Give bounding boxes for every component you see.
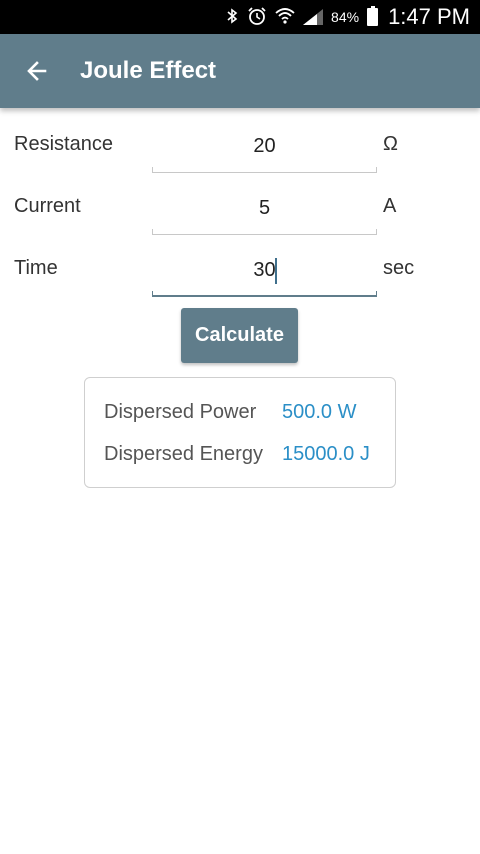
status-bar: 84% 1:47 PM [0, 0, 480, 34]
resistance-row: Resistance Ω [0, 121, 480, 173]
time-unit: sec [383, 257, 415, 279]
alarm-icon [247, 6, 267, 29]
signal-icon [303, 9, 324, 25]
power-result: Dispersed Power 500.0 W [104, 401, 356, 424]
current-unit: A [383, 195, 397, 217]
clock: 1:47 PM [388, 4, 470, 29]
battery-icon [367, 6, 379, 26]
calculate-button[interactable]: Calculate [181, 308, 298, 363]
wifi-icon [275, 7, 295, 28]
results-card: Dispersed Power 500.0 W Dispersed Energy… [84, 377, 396, 488]
energy-value: 15000.0 J [282, 443, 370, 465]
power-value: 500.0 W [282, 401, 357, 423]
current-input[interactable] [152, 183, 377, 233]
current-label: Current [14, 195, 81, 217]
battery-percent: 84% [331, 9, 360, 25]
page-title: Joule Effect [80, 57, 217, 84]
time-input[interactable] [152, 245, 377, 295]
power-label: Dispersed Power [104, 401, 257, 423]
bluetooth-icon [225, 7, 239, 28]
app-bar: Joule Effect [0, 34, 480, 108]
time-label: Time [14, 257, 58, 279]
energy-result: Dispersed Energy 15000.0 J [104, 443, 370, 466]
resistance-label: Resistance [14, 133, 113, 155]
back-button[interactable] [0, 34, 74, 108]
arrow-left-icon [27, 61, 47, 81]
energy-label: Dispersed Energy [104, 443, 263, 465]
current-row: Current A [0, 183, 480, 235]
time-row: Time sec [0, 245, 480, 297]
resistance-unit: Ω [383, 133, 398, 155]
resistance-input[interactable] [152, 121, 377, 171]
